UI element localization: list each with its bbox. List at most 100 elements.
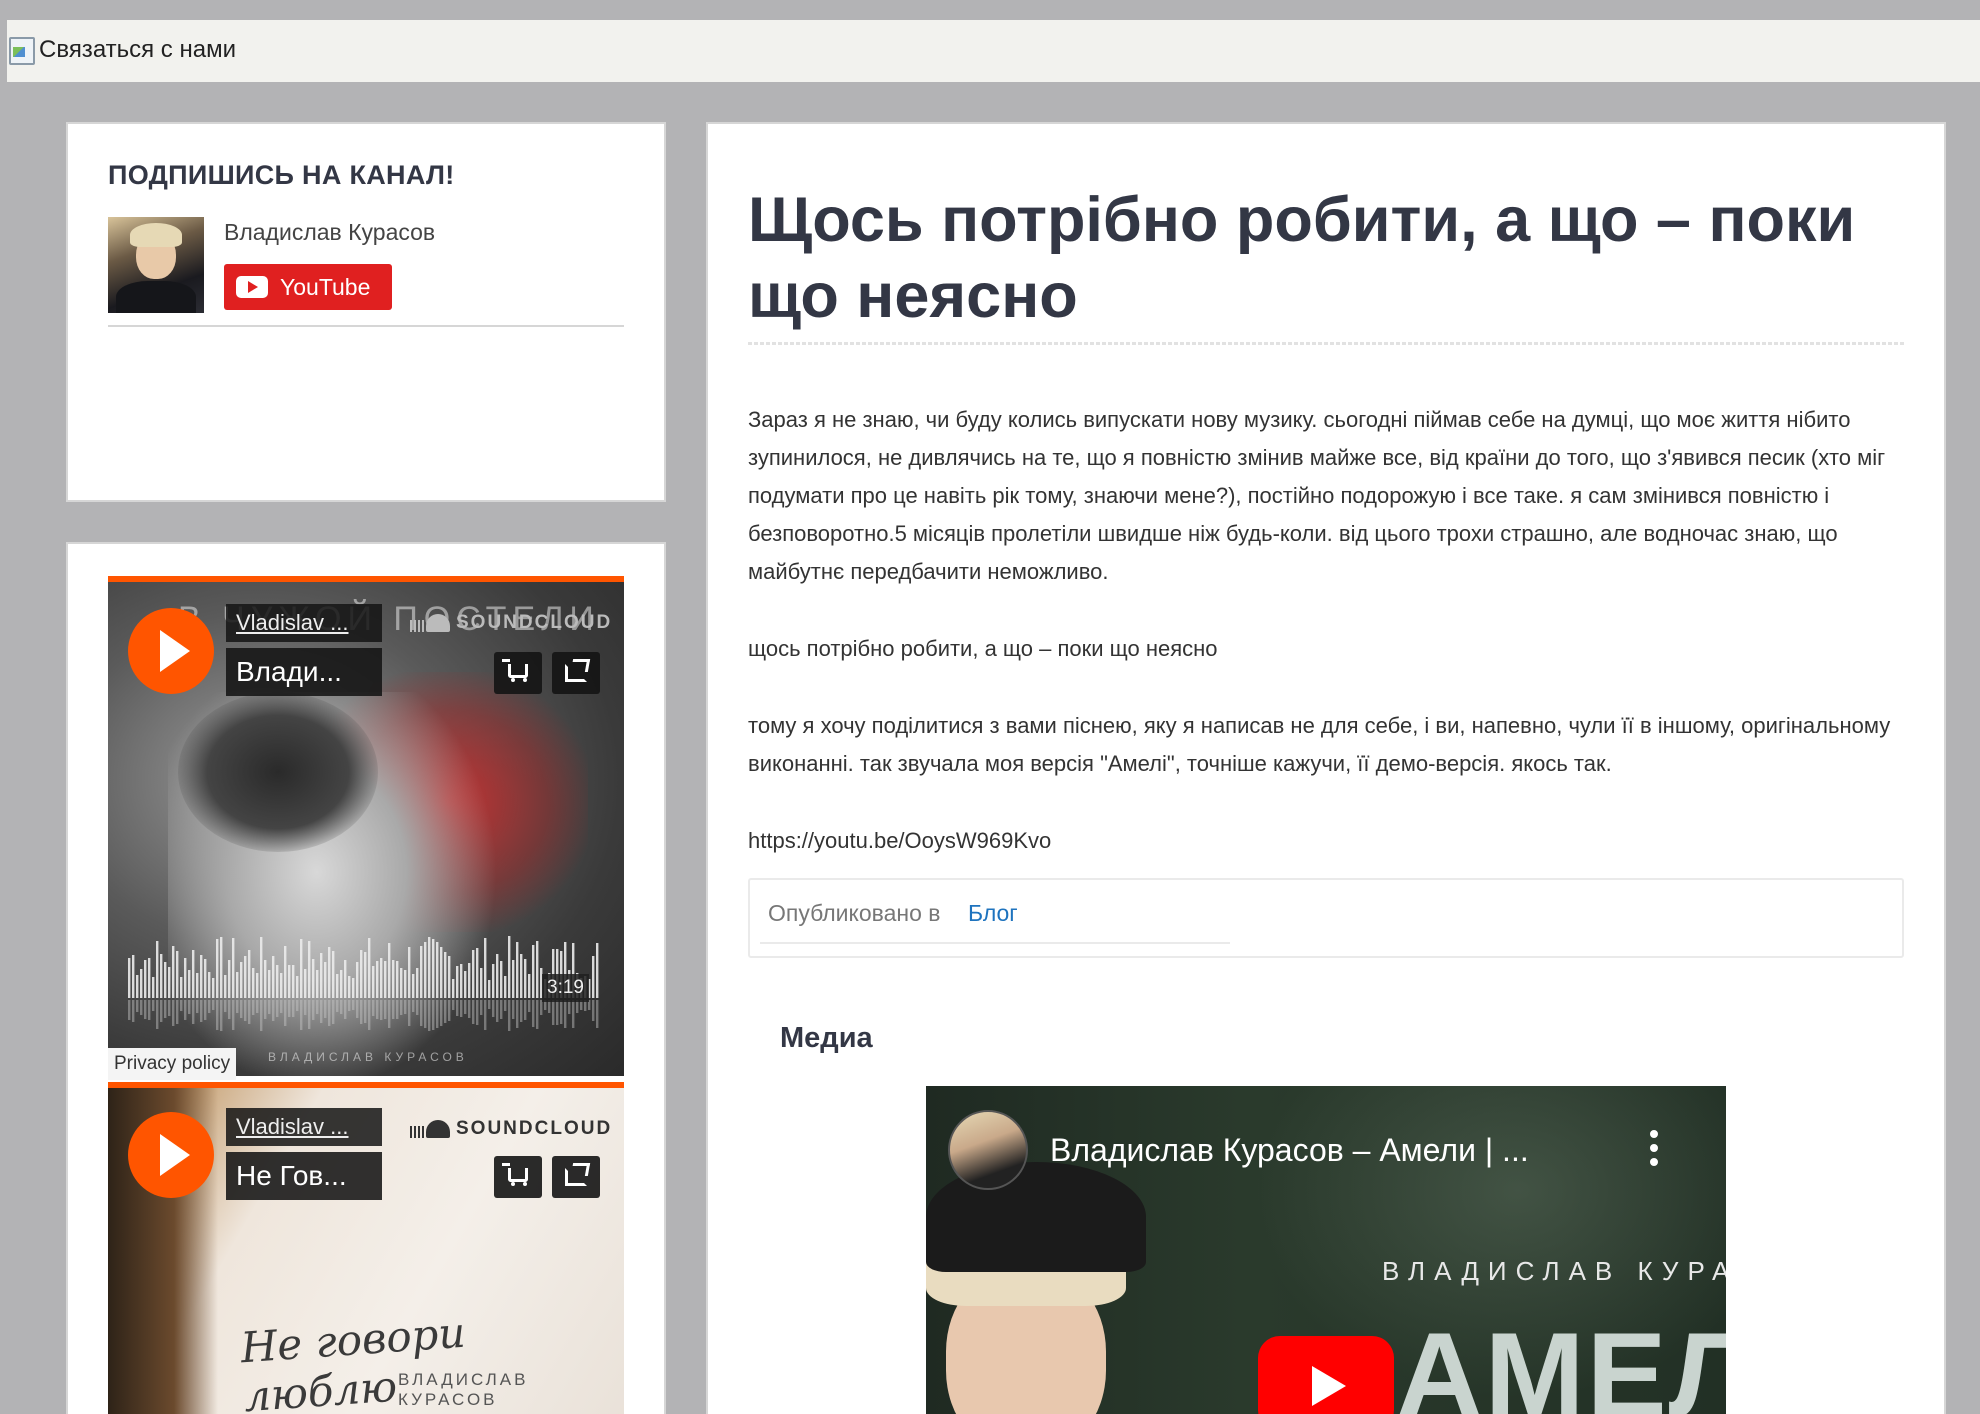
- waveform-bar: [400, 968, 403, 998]
- channel-avatar[interactable]: [108, 217, 204, 313]
- soundcloud-player: Не говори люблю ВЛАДИСЛАВ КУРАСОВ Vladis…: [108, 1082, 624, 1414]
- waveform-reflection: [168, 1000, 171, 1016]
- waveform-reflection: [296, 1000, 299, 1011]
- waveform-reflection: [332, 1000, 335, 1024]
- youtube-subscribe-button[interactable]: YouTube: [224, 264, 392, 310]
- waveform-reflection: [268, 1000, 271, 1014]
- waveform-bar: [536, 941, 539, 998]
- waveform-reflection: [424, 1000, 427, 1028]
- buy-button[interactable]: [494, 1156, 542, 1198]
- waveform-reflection: [280, 1000, 283, 1013]
- channel-name[interactable]: Владислав Курасов: [224, 219, 435, 246]
- waveform-reflection: [304, 1000, 307, 1015]
- soundcloud-label: SOUNDCLOUD: [456, 1118, 613, 1139]
- waveform-reflection: [388, 1000, 391, 1028]
- waveform-bar: [300, 939, 303, 998]
- cart-icon: [502, 1163, 528, 1186]
- video-title[interactable]: Владислав Курасов – Амели | ...: [1050, 1132, 1529, 1169]
- waveform-reflection: [252, 1000, 255, 1015]
- waveform-reflection: [508, 1000, 511, 1031]
- artist-link[interactable]: Vladislav ...: [226, 604, 382, 642]
- youtube-play-button[interactable]: [1258, 1336, 1394, 1414]
- waveform-reflection: [272, 1000, 275, 1021]
- waveform-reflection: [160, 1000, 163, 1022]
- waveform-reflection: [356, 1000, 359, 1018]
- cart-icon: [502, 659, 528, 682]
- more-options-icon[interactable]: [1650, 1130, 1658, 1166]
- waveform-bar: [180, 977, 183, 998]
- waveform-bar: [436, 942, 439, 998]
- artist-link[interactable]: Vladislav ...: [226, 1108, 382, 1146]
- meta-divider: [760, 942, 1230, 944]
- category-link[interactable]: Блог: [968, 900, 1018, 927]
- waveform-bar: [140, 969, 143, 998]
- waveform-bar: [160, 954, 163, 998]
- soundcloud-label: SOUNDCLOUD: [456, 612, 613, 633]
- waveform-bar: [492, 964, 495, 998]
- track-title[interactable]: Не Гов...: [226, 1152, 382, 1200]
- track-title[interactable]: Влади...: [226, 648, 382, 696]
- waveform-reflection: [428, 1000, 431, 1031]
- buy-button[interactable]: [494, 652, 542, 694]
- waveform-bar: [440, 947, 443, 998]
- waveform-reflection: [312, 1000, 315, 1020]
- waveform-reflection: [320, 1000, 323, 1023]
- waveform-reflection: [232, 1000, 235, 1030]
- waveform-reflection: [336, 1000, 339, 1012]
- waveform-reflection: [432, 1000, 435, 1030]
- soundcloud-logo[interactable]: SOUNDCLOUD: [410, 1118, 612, 1140]
- waveform-bar: [412, 974, 415, 998]
- soundcloud-widget: В ЧУЖОЙ ПОСТЕЛИ ВЛАДИСЛАВ КУРАСОВ Vladis…: [66, 542, 666, 1414]
- waveform[interactable]: [128, 932, 604, 1042]
- waveform-reflection: [324, 1000, 327, 1018]
- waveform-bar: [384, 961, 387, 998]
- waveform-reflection: [552, 1000, 555, 1025]
- waveform-bar: [284, 946, 287, 998]
- soundcloud-logo[interactable]: SOUNDCLOUD: [410, 612, 612, 634]
- waveform-reflection: [132, 1000, 135, 1022]
- waveform-reflection: [176, 1000, 179, 1024]
- privacy-policy-link[interactable]: Privacy policy: [108, 1048, 237, 1080]
- waveform-reflection: [504, 1000, 507, 1011]
- contact-link[interactable]: Связаться с нами: [7, 34, 236, 66]
- youtube-video-embed[interactable]: ВЛАДИСЛАВ КУРАС АМЕЛИ Владислав Курасов …: [926, 1086, 1726, 1414]
- waveform-reflection: [528, 1000, 531, 1012]
- share-button[interactable]: [552, 1156, 600, 1198]
- soundcloud-player: В ЧУЖОЙ ПОСТЕЛИ ВЛАДИСЛАВ КУРАСОВ Vladis…: [108, 576, 624, 1076]
- article-paragraph: тому я хочу поділитися з вами піснею, як…: [748, 713, 1891, 776]
- waveform-bar: [240, 962, 243, 998]
- waveform-reflection: [464, 1000, 467, 1014]
- waveform-reflection: [208, 1000, 211, 1013]
- play-button[interactable]: [128, 608, 214, 694]
- waveform-bar: [516, 942, 519, 998]
- article-paragraph: щось потрібно робити, а що – поки що нея…: [748, 636, 1218, 661]
- waveform-reflection: [196, 1000, 199, 1013]
- waveform-bar: [164, 962, 167, 998]
- waveform-reflection: [396, 1000, 399, 1019]
- waveform-bar: [260, 937, 263, 998]
- artwork-hair: [178, 692, 378, 852]
- waveform-bar: [388, 943, 391, 998]
- waveform-reflection: [500, 1000, 503, 1019]
- waveform-reflection: [276, 1000, 279, 1017]
- waveform-reflection: [524, 1000, 527, 1020]
- waveform-reflection: [204, 1000, 207, 1020]
- divider: [108, 325, 624, 327]
- article-title: Щось потрібно робити, а що – поки що нея…: [748, 185, 1856, 331]
- waveform-bar: [444, 952, 447, 998]
- waveform-reflection: [144, 1000, 147, 1019]
- article: Щось потрібно робити, а що – поки що нея…: [706, 122, 1946, 1414]
- waveform-reflection: [476, 1000, 479, 1025]
- waveform-bar: [332, 951, 335, 998]
- waveform-bar: [276, 965, 279, 998]
- play-button[interactable]: [128, 1112, 214, 1198]
- video-channel-avatar[interactable]: [948, 1110, 1028, 1190]
- waveform-reflection: [516, 1000, 519, 1028]
- waveform-bar: [344, 960, 347, 998]
- share-button[interactable]: [552, 652, 600, 694]
- soundcloud-cloud-icon: [410, 614, 450, 632]
- waveform-reflection: [264, 1000, 267, 1019]
- waveform-bar: [484, 938, 487, 998]
- waveform-reflection: [384, 1000, 387, 1019]
- waveform-bar: [432, 939, 435, 998]
